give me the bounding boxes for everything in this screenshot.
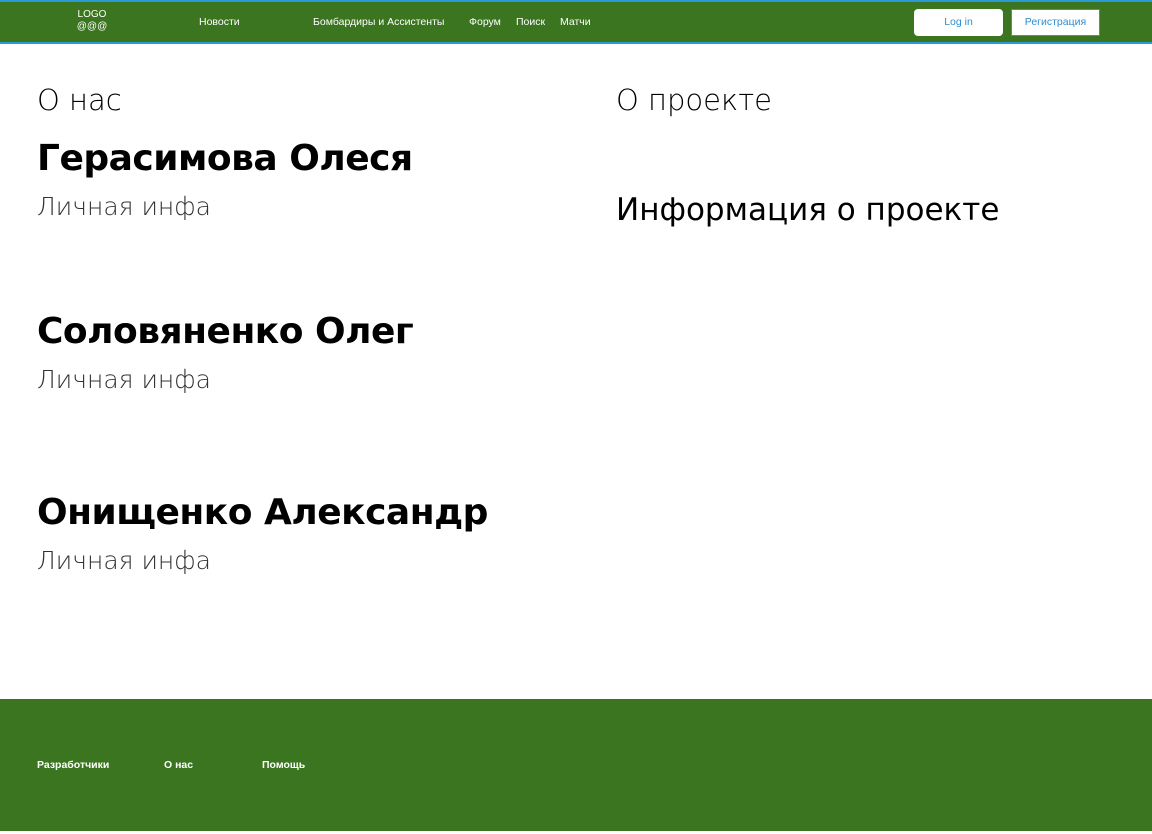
- person-info: Личная инфа: [37, 192, 211, 221]
- footer-link-about[interactable]: О нас: [164, 758, 193, 772]
- nav-link-search[interactable]: Поиск: [516, 15, 545, 29]
- footer-link-help[interactable]: Помощь: [262, 758, 305, 772]
- person-name: Герасимова Олеся: [37, 138, 413, 179]
- nav-link-scorers[interactable]: Бомбардиры и Ассистенты: [313, 15, 444, 29]
- login-button[interactable]: Log in: [914, 9, 1003, 36]
- person-name: Онищенко Александр: [37, 492, 488, 533]
- page: LOGO @@@ Новости Бомбардиры и Ассистенты…: [0, 0, 1152, 834]
- footer: Разработчики О нас Помощь: [0, 699, 1152, 831]
- nav-link-forum[interactable]: Форум: [469, 15, 501, 29]
- person-info: Личная инфа: [37, 365, 211, 394]
- top-navbar: LOGO @@@ Новости Бомбардиры и Ассистенты…: [0, 0, 1152, 44]
- logo[interactable]: LOGO @@@: [70, 9, 114, 33]
- footer-link-developers[interactable]: Разработчики: [37, 758, 109, 772]
- logo-text: LOGO: [77, 9, 107, 20]
- person-info: Личная инфа: [37, 546, 211, 575]
- about-title: О нас: [37, 83, 122, 117]
- register-button[interactable]: Регистрация: [1011, 9, 1100, 36]
- nav-link-matches[interactable]: Матчи: [560, 15, 591, 29]
- nav-link-news[interactable]: Новости: [199, 15, 240, 29]
- project-info-text: Информация о проекте: [616, 192, 1000, 228]
- logo-symbols: @@@: [76, 21, 108, 32]
- project-title: О проекте: [616, 83, 772, 117]
- person-name: Соловяненко Олег: [37, 311, 414, 352]
